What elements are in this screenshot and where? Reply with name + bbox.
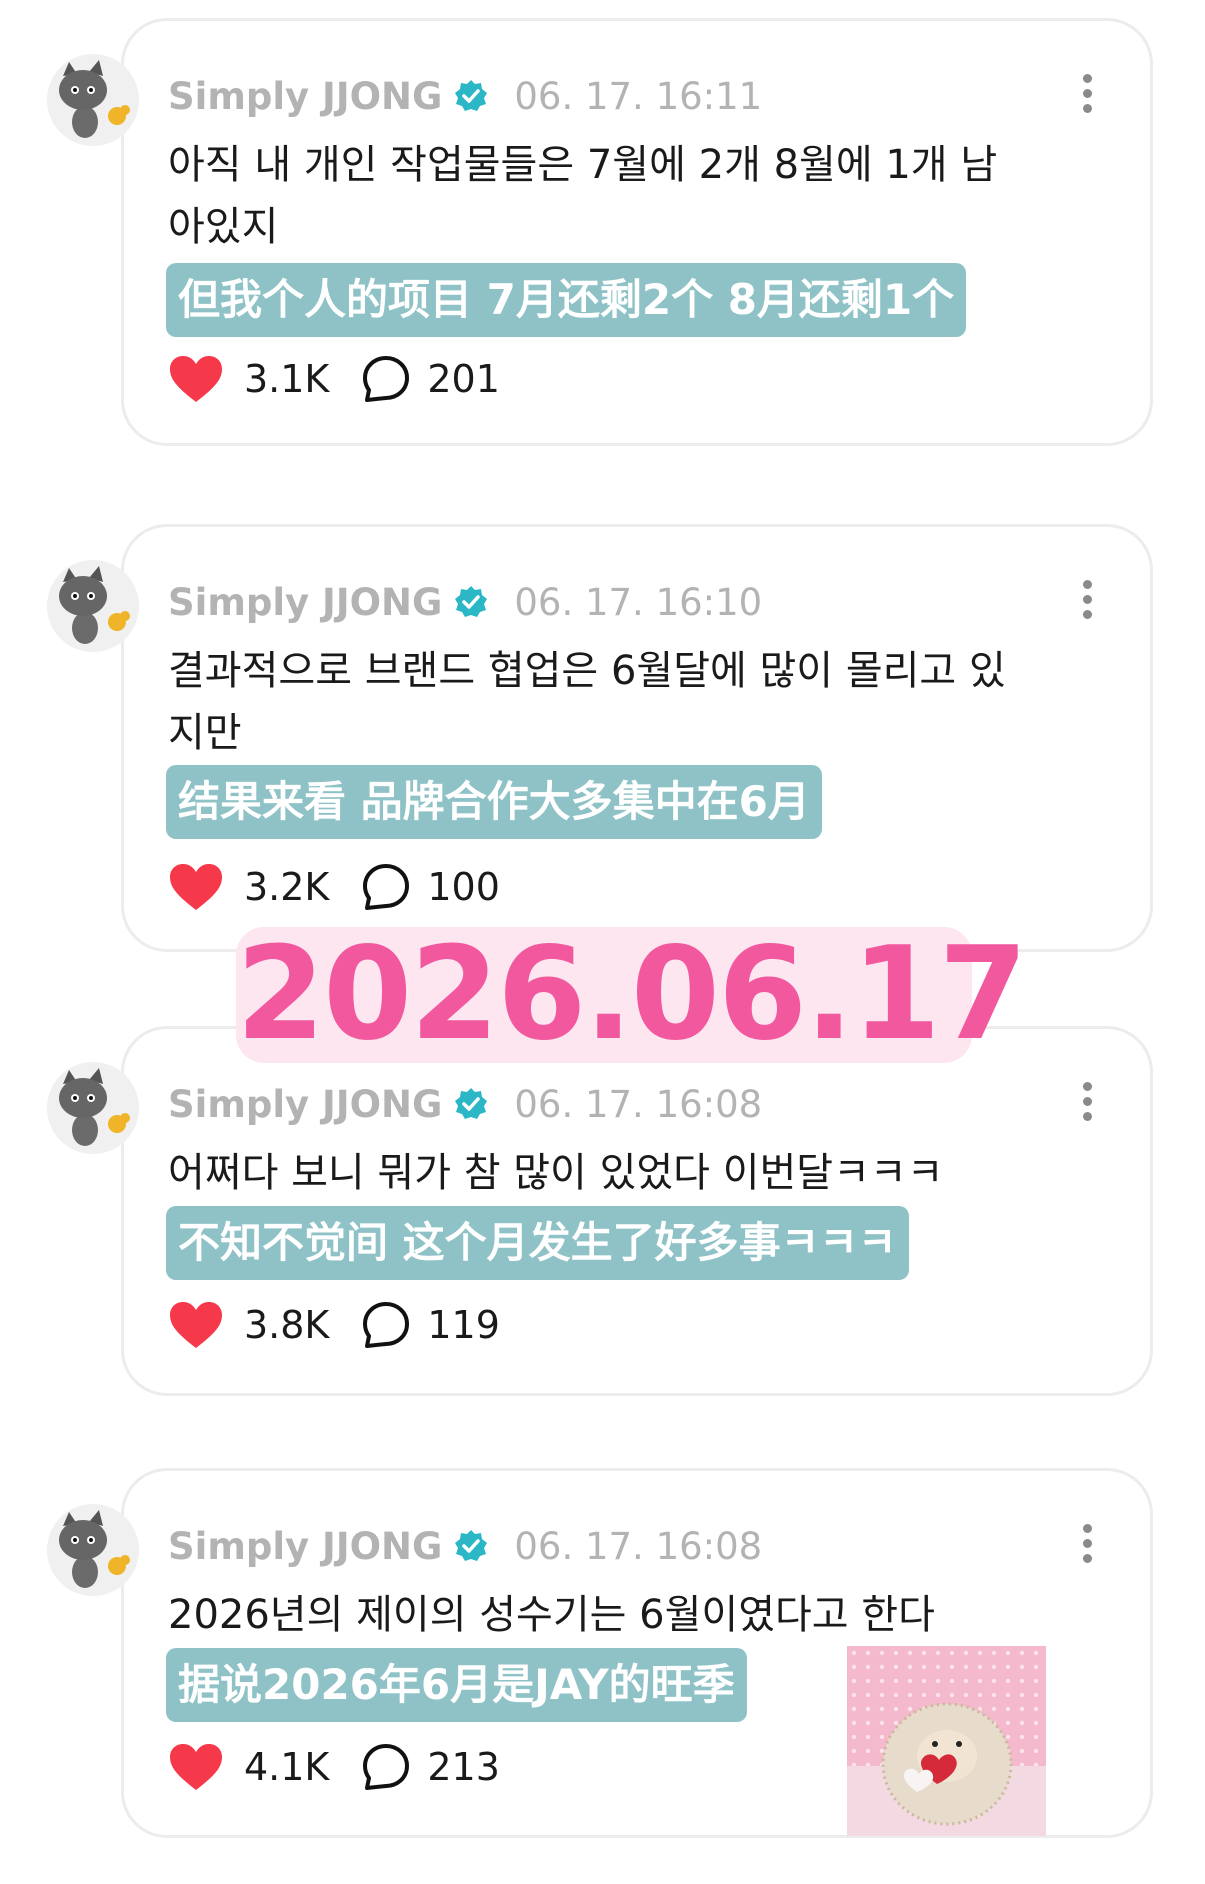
verified-badge-icon (454, 79, 488, 113)
post-text-korean: 2026년의 제이의 성수기는 6월이였다고 한다 (168, 1592, 935, 1638)
date-banner: 2026.06.17 (236, 920, 1028, 1069)
comment-bubble-icon[interactable] (361, 862, 411, 912)
post-header: Simply JJONG 06. 17. 16:11 (168, 70, 762, 122)
verified-badge-icon (454, 1529, 488, 1563)
more-options-icon[interactable] (1080, 1082, 1094, 1122)
post-text-korean: 결과적으로 브랜드 협업은 6월달에 많이 몰리고 있지만 (168, 648, 1006, 756)
comment-bubble-icon[interactable] (361, 354, 411, 404)
post-timestamp: 06. 17. 16:08 (514, 1082, 763, 1126)
heart-icon[interactable] (168, 354, 224, 404)
post-text-korean: 어쩌다 보니 뭐가 참 많이 있었다 이번달ㅋㅋㅋ (168, 1150, 944, 1196)
more-options-icon[interactable] (1080, 1524, 1094, 1564)
post-text-korean: 아직 내 개인 작업물들은 7월에 2개 8월에 1개 남아있지 (168, 142, 998, 250)
heart-icon[interactable] (168, 1300, 224, 1350)
post-header: Simply JJONG 06. 17. 16:10 (168, 576, 762, 628)
cat-avatar-icon[interactable] (47, 1062, 139, 1154)
username[interactable]: Simply JJONG (168, 581, 442, 624)
more-options-icon[interactable] (1080, 580, 1094, 620)
heart-icon[interactable] (168, 1742, 224, 1792)
reply-count: 100 (427, 865, 500, 909)
reply-count: 119 (427, 1303, 500, 1347)
username[interactable]: Simply JJONG (168, 1083, 442, 1126)
more-options-icon[interactable] (1080, 74, 1094, 114)
verified-badge-icon (454, 1087, 488, 1121)
post-header: Simply JJONG 06. 17. 16:08 (168, 1520, 762, 1572)
like-count: 3.2K (244, 865, 330, 909)
post-translation-chinese: 据说2026年6月是JAY的旺季 (166, 1648, 747, 1722)
like-count: 3.8K (244, 1303, 330, 1347)
post-header: Simply JJONG 06. 17. 16:08 (168, 1078, 762, 1130)
post-translation-chinese: 不知不觉间 这个月发生了好多事ㅋㅋㅋ (166, 1206, 909, 1280)
username[interactable]: Simply JJONG (168, 1525, 442, 1568)
verified-badge-icon (454, 585, 488, 619)
post-translation-chinese: 但我个人的项目 7月还剩2个 8月还剩1个 (166, 263, 967, 337)
post-timestamp: 06. 17. 16:10 (514, 580, 763, 624)
heart-icon[interactable] (168, 862, 224, 912)
username[interactable]: Simply JJONG (168, 75, 442, 118)
comment-bubble-icon[interactable] (361, 1300, 411, 1350)
post-stats: 3.8K 119 (168, 1300, 500, 1350)
cat-avatar-icon[interactable] (47, 560, 139, 652)
post-stats: 3.2K 100 (168, 862, 500, 912)
cat-avatar-icon[interactable] (47, 54, 139, 146)
post-translation-chinese: 结果来看 品牌合作大多集中在6月 (166, 765, 822, 839)
post-timestamp: 06. 17. 16:08 (514, 1524, 763, 1568)
like-count: 3.1K (244, 357, 330, 401)
hedgehog-with-heart-photo[interactable] (847, 1646, 1046, 1836)
post-timestamp: 06. 17. 16:11 (514, 74, 763, 118)
cat-avatar-icon[interactable] (47, 1504, 139, 1596)
reply-count: 201 (427, 357, 500, 401)
comment-bubble-icon[interactable] (361, 1742, 411, 1792)
reply-count: 213 (427, 1745, 500, 1789)
post-stats: 3.1K 201 (168, 354, 500, 404)
post-stats: 4.1K 213 (168, 1742, 500, 1792)
like-count: 4.1K (244, 1745, 330, 1789)
